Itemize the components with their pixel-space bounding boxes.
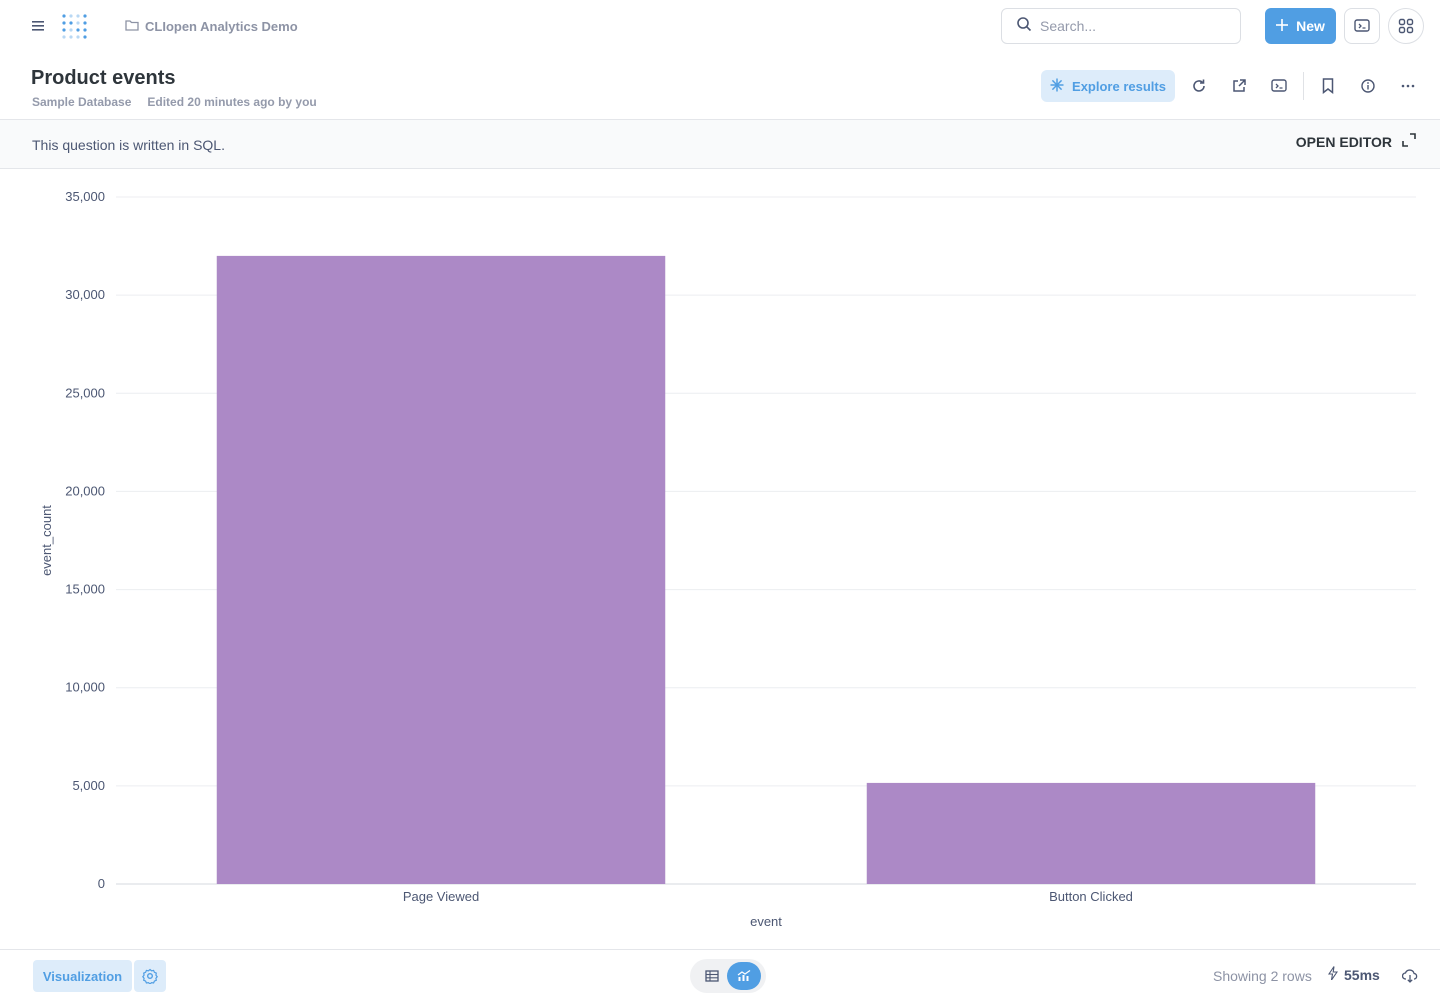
download-icon[interactable] [1398, 964, 1422, 988]
visualization-button[interactable]: Visualization [33, 960, 132, 992]
bar[interactable] [216, 255, 666, 884]
y-tick-label: 25,000 [65, 385, 105, 400]
info-icon[interactable] [1354, 72, 1382, 100]
folder-icon [125, 19, 139, 34]
search-box[interactable] [1001, 8, 1241, 44]
search-input[interactable] [1040, 18, 1220, 34]
new-button[interactable]: New [1265, 8, 1336, 44]
explore-results-button[interactable]: Explore results [1041, 70, 1175, 102]
model-icon[interactable] [1344, 8, 1380, 44]
y-tick-label: 35,000 [65, 189, 105, 204]
bar[interactable] [866, 782, 1316, 884]
logo-icon[interactable] [58, 10, 92, 42]
bookmark-icon[interactable] [1314, 72, 1342, 100]
chart-icon[interactable] [727, 962, 761, 990]
y-tick-label: 0 [98, 876, 105, 891]
refresh-icon[interactable] [1185, 72, 1213, 100]
collection-name: CLIopen Analytics Demo [145, 18, 298, 34]
y-tick-label: 5,000 [72, 778, 105, 793]
x-tick-label: Button Clicked [1049, 889, 1133, 904]
sql-notice-bar: This question is written in SQL. OPEN ED… [0, 119, 1440, 169]
query-timing: 55ms [1327, 966, 1380, 983]
timing-value: 55ms [1344, 966, 1380, 983]
view-toggle [690, 959, 766, 993]
row-count: Showing 2 rows [1213, 968, 1312, 984]
menu-icon[interactable] [28, 16, 50, 36]
collection-breadcrumb[interactable]: CLIopen Analytics Demo [125, 16, 298, 36]
bolt-icon [1327, 966, 1339, 983]
sparkle-icon [1050, 78, 1064, 95]
database-name[interactable]: Sample Database [32, 95, 131, 109]
footer-bar: Visualization Showing 2 rows 55ms [0, 949, 1440, 1000]
gear-icon[interactable] [134, 960, 166, 992]
visualization-label: Visualization [42, 968, 123, 984]
top-bar: CLIopen Analytics Demo New [0, 0, 1440, 52]
embed-icon[interactable] [1265, 72, 1293, 100]
explore-label: Explore results [1072, 78, 1166, 94]
open-editor-button[interactable]: OPEN EDITOR [1296, 133, 1416, 150]
y-tick-label: 30,000 [65, 287, 105, 302]
x-axis-title: event [750, 914, 782, 929]
toolbar-divider [1303, 72, 1304, 100]
page-title[interactable]: Product events [31, 67, 175, 90]
apps-icon[interactable] [1388, 8, 1424, 44]
y-tick-label: 10,000 [65, 680, 105, 695]
y-tick-label: 20,000 [65, 483, 105, 498]
open-editor-label: OPEN EDITOR [1295, 133, 1392, 150]
more-icon[interactable] [1394, 72, 1422, 100]
share-icon[interactable] [1225, 72, 1253, 100]
sql-notice-text: This question is written in SQL. [32, 137, 225, 153]
search-icon [1016, 16, 1032, 37]
x-tick-label: Page Viewed [403, 889, 479, 904]
expand-icon [1402, 133, 1416, 150]
question-meta: Sample Database Edited 20 minutes ago by… [32, 95, 317, 109]
bar-chart: 0 5,000 10,000 15,000 20,000 25,000 30,000 35,0… [0, 170, 1440, 948]
edited-info[interactable]: Edited 20 minutes ago by you [147, 95, 316, 109]
y-tick-label: 15,000 [65, 582, 105, 597]
chart-svg: 0 5,000 10,000 15,000 20,000 25,000 30,000 35,0… [39, 189, 1416, 929]
plus-icon [1276, 18, 1289, 34]
y-axis-title: event_count [39, 505, 54, 576]
table-icon[interactable] [695, 962, 729, 990]
new-button-label: New [1296, 18, 1325, 34]
